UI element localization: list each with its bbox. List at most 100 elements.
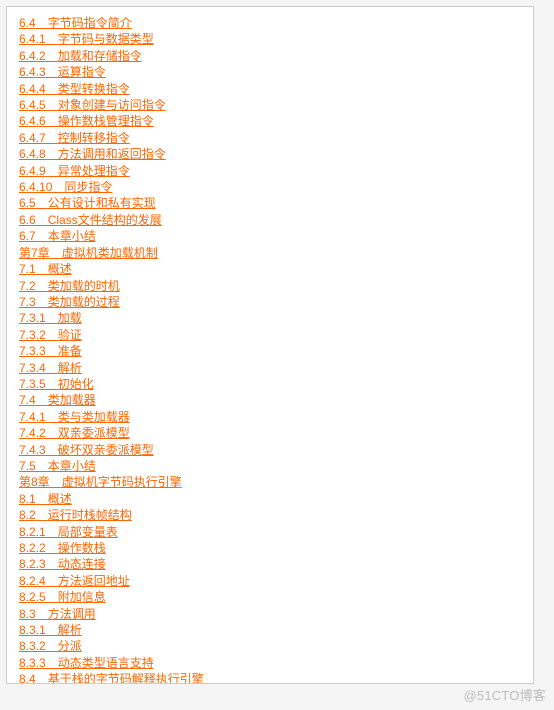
toc-link[interactable]: 7.4 类加载器 — [19, 393, 96, 407]
toc-title: 操作数栈管理指令 — [58, 114, 154, 128]
toc-link[interactable]: 8.2.2 操作数栈 — [19, 541, 106, 555]
table-of-contents: 6.4 字节码指令简介 6.4.1 字节码与数据类型 6.4.2 加载和存储指令 6.… — [19, 15, 521, 684]
watermark: @51CTO博客 — [464, 685, 546, 704]
toc-title: 动态连接 — [58, 557, 106, 571]
toc-line: 6.7 本章小结 — [19, 228, 521, 244]
toc-line: 第8章 虚拟机字节码执行引擎 — [19, 474, 521, 490]
toc-number: 6.4.9 — [19, 164, 46, 178]
toc-link[interactable]: 8.2 运行时栈帧结构 — [19, 508, 132, 522]
toc-line: 7.2 类加载的时机 — [19, 278, 521, 294]
toc-line: 6.6 Class文件结构的发展 — [19, 212, 521, 228]
toc-link[interactable]: 6.4.9 异常处理指令 — [19, 164, 130, 178]
toc-number: 8.3 — [19, 607, 36, 621]
toc-title: 运算指令 — [58, 65, 106, 79]
toc-link[interactable]: 6.4.3 运算指令 — [19, 65, 106, 79]
toc-title: 动态类型语言支持 — [58, 656, 154, 670]
toc-link[interactable]: 7.4.1 类与类加载器 — [19, 410, 130, 424]
toc-link[interactable]: 6.4.6 操作数栈管理指令 — [19, 114, 154, 128]
toc-number: 8.4 — [19, 672, 36, 684]
toc-number: 6.4.5 — [19, 98, 46, 112]
toc-number: 7.1 — [19, 262, 36, 276]
toc-line: 7.3 类加载的过程 — [19, 294, 521, 310]
toc-title: 控制转移指令 — [58, 131, 130, 145]
toc-link[interactable]: 6.4.2 加载和存储指令 — [19, 49, 142, 63]
toc-number: 6.5 — [19, 196, 36, 210]
toc-link[interactable]: 7.3.2 验证 — [19, 328, 82, 342]
toc-link[interactable]: 8.3.1 解析 — [19, 623, 82, 637]
toc-title: 初始化 — [58, 377, 94, 391]
toc-link[interactable]: 第7章 虚拟机类加载机制 — [19, 246, 158, 260]
toc-link[interactable]: 8.2.5 附加信息 — [19, 590, 106, 604]
toc-link[interactable]: 6.4.8 方法调用和返回指令 — [19, 147, 166, 161]
toc-link[interactable]: 7.4.3 破坏双亲委派模型 — [19, 443, 154, 457]
toc-link[interactable]: 6.7 本章小结 — [19, 229, 96, 243]
toc-line: 8.2.2 操作数栈 — [19, 540, 521, 556]
toc-number: 6.4 — [19, 16, 36, 30]
toc-link[interactable]: 6.4.4 类型转换指令 — [19, 82, 130, 96]
toc-link[interactable]: 7.1 概述 — [19, 262, 72, 276]
toc-link[interactable]: 6.4.10 同步指令 — [19, 180, 112, 194]
toc-link[interactable]: 8.3.2 分派 — [19, 639, 82, 653]
toc-link[interactable]: 7.3.3 准备 — [19, 344, 82, 358]
toc-number: 8.2 — [19, 508, 36, 522]
toc-title: 本章小结 — [48, 229, 96, 243]
toc-line: 7.5 本章小结 — [19, 458, 521, 474]
toc-number: 7.3.1 — [19, 311, 46, 325]
toc-title: 公有设计和私有实现 — [48, 196, 156, 210]
toc-link[interactable]: 7.3 类加载的过程 — [19, 295, 120, 309]
toc-line: 7.4.2 双亲委派模型 — [19, 425, 521, 441]
toc-title: 类加载的时机 — [48, 279, 120, 293]
toc-link[interactable]: 7.2 类加载的时机 — [19, 279, 120, 293]
toc-link[interactable]: 6.6 Class文件结构的发展 — [19, 213, 162, 227]
toc-title: 解析 — [58, 361, 82, 375]
toc-title: 概述 — [48, 492, 72, 506]
toc-number: 6.6 — [19, 213, 36, 227]
toc-line: 7.3.5 初始化 — [19, 376, 521, 392]
toc-link[interactable]: 7.3.5 初始化 — [19, 377, 94, 391]
toc-line: 6.4.2 加载和存储指令 — [19, 48, 521, 64]
toc-title: 方法调用 — [48, 607, 96, 621]
toc-line: 6.4.5 对象创建与访问指令 — [19, 97, 521, 113]
toc-link[interactable]: 7.5 本章小结 — [19, 459, 96, 473]
toc-title: 准备 — [58, 344, 82, 358]
toc-title: 基于栈的字节码解释执行引擎 — [48, 672, 204, 684]
toc-line: 6.4 字节码指令简介 — [19, 15, 521, 31]
toc-link[interactable]: 8.2.4 方法返回地址 — [19, 574, 130, 588]
toc-link[interactable]: 6.4.7 控制转移指令 — [19, 131, 130, 145]
toc-link[interactable]: 6.4 字节码指令简介 — [19, 16, 132, 30]
toc-title: 对象创建与访问指令 — [58, 98, 166, 112]
toc-line: 8.2.3 动态连接 — [19, 556, 521, 572]
toc-link[interactable]: 8.2.1 局部变量表 — [19, 525, 118, 539]
toc-link[interactable]: 7.3.1 加载 — [19, 311, 82, 325]
toc-title: 加载和存储指令 — [58, 49, 142, 63]
toc-link[interactable]: 第8章 虚拟机字节码执行引擎 — [19, 475, 182, 489]
toc-link[interactable]: 8.3.3 动态类型语言支持 — [19, 656, 154, 670]
toc-title: 破坏双亲委派模型 — [58, 443, 154, 457]
toc-link[interactable]: 7.4.2 双亲委派模型 — [19, 426, 130, 440]
toc-title: 双亲委派模型 — [58, 426, 130, 440]
toc-title: 虚拟机字节码执行引擎 — [62, 475, 182, 489]
toc-title: 局部变量表 — [58, 525, 118, 539]
toc-line: 7.3.2 验证 — [19, 327, 521, 343]
toc-number: 7.3.5 — [19, 377, 46, 391]
toc-link[interactable]: 7.3.4 解析 — [19, 361, 82, 375]
toc-link[interactable]: 8.2.3 动态连接 — [19, 557, 106, 571]
toc-line: 6.4.8 方法调用和返回指令 — [19, 146, 521, 162]
toc-number: 8.2.2 — [19, 541, 46, 555]
toc-link[interactable]: 8.3 方法调用 — [19, 607, 96, 621]
toc-line: 6.4.10 同步指令 — [19, 179, 521, 195]
toc-title: 类加载器 — [48, 393, 96, 407]
toc-link[interactable]: 6.4.5 对象创建与访问指令 — [19, 98, 166, 112]
toc-line: 7.3.4 解析 — [19, 360, 521, 376]
toc-link[interactable]: 6.5 公有设计和私有实现 — [19, 196, 156, 210]
toc-link[interactable]: 6.4.1 字节码与数据类型 — [19, 32, 154, 46]
toc-line: 6.4.4 类型转换指令 — [19, 81, 521, 97]
toc-title: 方法返回地址 — [58, 574, 130, 588]
toc-title: 加载 — [58, 311, 82, 325]
toc-line: 7.3.1 加载 — [19, 310, 521, 326]
toc-title: 方法调用和返回指令 — [58, 147, 166, 161]
toc-title: 验证 — [58, 328, 82, 342]
toc-link[interactable]: 8.4 基于栈的字节码解释执行引擎 — [19, 672, 204, 684]
toc-link[interactable]: 8.1 概述 — [19, 492, 72, 506]
toc-number: 7.4 — [19, 393, 36, 407]
